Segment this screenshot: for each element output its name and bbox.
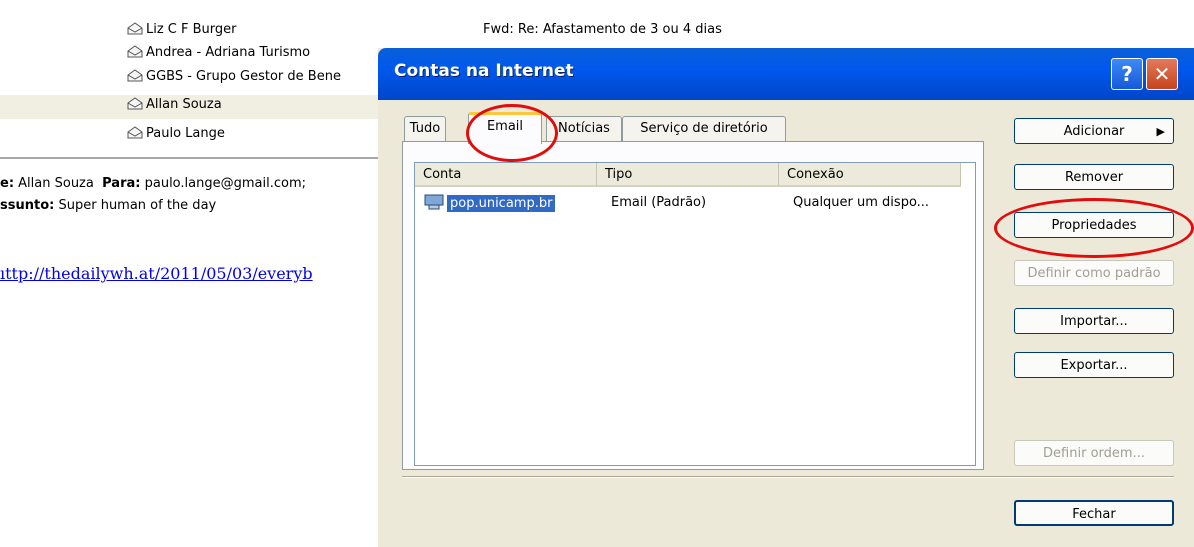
tab-email[interactable]: Email <box>468 112 542 144</box>
column-header-tipo[interactable]: Tipo <box>597 163 779 187</box>
column-header-conta[interactable]: Conta <box>415 163 597 187</box>
dialog-title: Contas na Internet <box>394 61 574 81</box>
from-value: Allan Souza <box>18 176 94 191</box>
close-button[interactable]: ✕ <box>1146 58 1178 90</box>
mail-subject: Fwd: Re: Afastamento de 3 ou 4 dias <box>483 22 722 37</box>
accounts-list[interactable]: Conta Tipo Conexão pop.unicamp.br Email … <box>414 162 976 466</box>
export-button[interactable]: Exportar... <box>1014 352 1174 378</box>
tab-tudo[interactable]: Tudo <box>404 116 446 141</box>
set-order-button[interactable]: Definir ordem... <box>1014 440 1174 466</box>
internet-accounts-dialog: Contas na Internet ? ✕ Tudo Email Notíci… <box>378 48 1194 547</box>
mail-sender: Allan Souza <box>146 97 222 112</box>
envelope-open-icon <box>127 126 143 139</box>
tab-noticias[interactable]: Notícias <box>546 116 622 141</box>
arrow-right-icon: ▶ <box>1156 125 1165 138</box>
to-value: paulo.lange@gmail.com; <box>144 176 306 191</box>
account-name: pop.unicamp.br <box>447 195 556 212</box>
close-dialog-button[interactable]: Fechar <box>1014 500 1174 526</box>
account-type: Email (Padrão) <box>611 195 707 210</box>
remove-button[interactable]: Remover <box>1014 164 1174 190</box>
mail-account-icon <box>424 194 444 210</box>
subject-value: Super human of the day <box>58 198 217 213</box>
tab-servico-diretorio[interactable]: Serviço de diretório <box>622 116 786 141</box>
mail-sender: Liz C F Burger <box>146 22 237 37</box>
mail-sender: Andrea - Adriana Turismo <box>146 45 311 60</box>
mail-sender: Paulo Lange <box>146 126 225 141</box>
dialog-separator <box>402 476 1174 478</box>
envelope-open-icon <box>127 97 143 110</box>
mail-sender: GGBS - Grupo Gestor de Bene <box>146 69 341 84</box>
from-label: e: <box>0 176 15 191</box>
message-subject-line: ssunto: Super human of the day <box>0 198 216 213</box>
add-button[interactable]: Adicionar ▶ <box>1014 118 1174 144</box>
message-link[interactable]: ıttp://thedailywh.at/2011/05/03/everyb <box>0 264 313 283</box>
envelope-open-icon <box>127 22 143 35</box>
account-connection: Qualquer um dispo... <box>793 195 930 210</box>
set-default-button[interactable]: Definir como padrão <box>1014 260 1174 286</box>
column-header-conexao[interactable]: Conexão <box>779 163 961 187</box>
properties-button[interactable]: Propriedades <box>1014 212 1174 238</box>
add-button-label: Adicionar <box>1063 124 1125 139</box>
import-button[interactable]: Importar... <box>1014 308 1174 334</box>
help-button[interactable]: ? <box>1111 58 1143 90</box>
message-from-to-line: e: Allan Souza Para: paulo.lange@gmail.c… <box>0 176 306 191</box>
account-row-selected[interactable]: pop.unicamp.br Email (Padrão) Qualquer u… <box>415 193 975 215</box>
subject-label: ssunto: <box>0 198 55 213</box>
mail-row[interactable]: Liz C F Burger Fwd: Re: Afastamento de 3… <box>0 18 1194 42</box>
envelope-open-icon <box>127 45 143 58</box>
envelope-open-icon <box>127 69 143 82</box>
dialog-titlebar[interactable]: Contas na Internet ? ✕ <box>378 48 1194 100</box>
to-label: Para: <box>102 176 141 191</box>
